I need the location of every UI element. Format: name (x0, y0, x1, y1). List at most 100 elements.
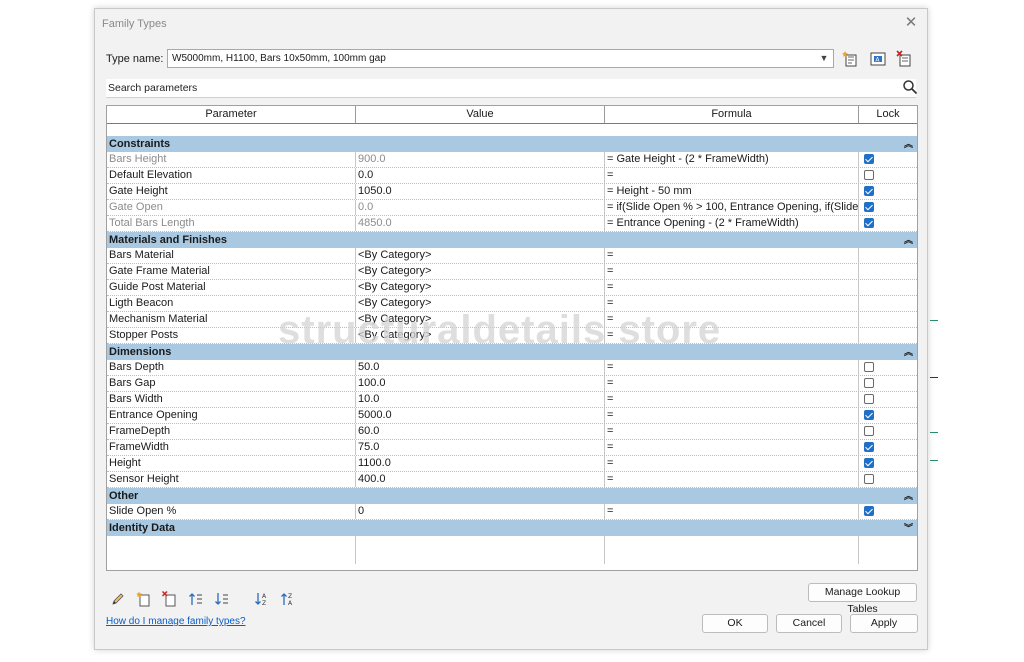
lock-checkbox[interactable] (864, 362, 874, 372)
value-cell[interactable]: 1050.0 (356, 184, 605, 199)
value-cell[interactable]: <By Category> (356, 328, 605, 343)
chevron-down-icon[interactable]: ▼ (817, 51, 831, 66)
table-row[interactable]: FrameDepth 60.0 = (107, 424, 917, 440)
table-row[interactable]: Bars Material <By Category> = (107, 248, 917, 264)
lock-checkbox[interactable] (864, 474, 874, 484)
lock-checkbox[interactable] (864, 458, 874, 468)
table-row[interactable]: Height 1100.0 = (107, 456, 917, 472)
value-cell[interactable]: 75.0 (356, 440, 605, 455)
manage-lookup-tables-button[interactable]: Manage Lookup Tables (808, 583, 917, 615)
delete-parameter-icon[interactable] (162, 591, 178, 607)
formula-cell[interactable]: = (605, 264, 859, 279)
formula-cell[interactable]: = Height - 50 mm (605, 184, 859, 199)
lock-checkbox[interactable] (864, 442, 874, 452)
table-row[interactable]: Total Bars Length 4850.0 = Entrance Openin… (107, 216, 917, 232)
table-row[interactable]: Bars Gap 100.0 = (107, 376, 917, 392)
table-row[interactable]: Gate Height 1050.0 = Height - 50 mm (107, 184, 917, 200)
edit-pencil-icon[interactable] (110, 591, 126, 607)
new-parameter-icon[interactable] (136, 591, 152, 607)
formula-cell[interactable]: = (605, 504, 859, 519)
table-row[interactable]: Stopper Posts <By Category> = (107, 328, 917, 344)
lock-checkbox[interactable] (864, 394, 874, 404)
table-row[interactable]: Guide Post Material <By Category> = (107, 280, 917, 296)
table-row[interactable]: Bars Height 900.0 = Gate Height - (2 * Fra… (107, 152, 917, 168)
table-row[interactable]: Bars Width 10.0 = (107, 392, 917, 408)
column-header-value[interactable]: Value (356, 106, 605, 124)
value-cell[interactable]: 10.0 (356, 392, 605, 407)
formula-cell[interactable]: = if(Slide Open % > 100, Entrance Openin… (605, 200, 859, 215)
formula-cell[interactable]: = (605, 440, 859, 455)
value-cell[interactable]: <By Category> (356, 296, 605, 311)
collapse-chevron-icon[interactable]: ︽ (904, 488, 913, 504)
group-header[interactable]: Identity Data ︾ (107, 520, 917, 536)
formula-cell[interactable]: = (605, 248, 859, 263)
table-row[interactable]: Default Elevation 0.0 = (107, 168, 917, 184)
search-parameters-field[interactable]: Search parameters (106, 79, 918, 98)
table-row[interactable]: Mechanism Material <By Category> = (107, 312, 917, 328)
formula-cell[interactable]: = Entrance Opening - (2 * FrameWidth) (605, 216, 859, 231)
new-type-icon[interactable] (842, 50, 860, 68)
collapse-chevron-icon[interactable]: ︾ (904, 520, 913, 536)
formula-cell[interactable]: = (605, 472, 859, 487)
lock-checkbox[interactable] (864, 154, 874, 164)
table-row[interactable]: Gate Open 0.0 = if(Slide Open % > 100, Ent… (107, 200, 917, 216)
collapse-chevron-icon[interactable]: ︽ (904, 232, 913, 248)
formula-cell[interactable]: = (605, 392, 859, 407)
ok-button[interactable]: OK (702, 614, 768, 633)
value-cell[interactable]: <By Category> (356, 312, 605, 327)
formula-cell[interactable]: = (605, 280, 859, 295)
delete-type-icon[interactable] (896, 50, 914, 68)
value-cell[interactable]: <By Category> (356, 280, 605, 295)
value-cell[interactable]: <By Category> (356, 264, 605, 279)
lock-checkbox[interactable] (864, 378, 874, 388)
value-cell[interactable]: 400.0 (356, 472, 605, 487)
value-cell[interactable]: 0 (356, 504, 605, 519)
rename-type-icon[interactable]: A (869, 50, 887, 68)
value-cell[interactable]: <By Category> (356, 248, 605, 263)
value-cell[interactable]: 100.0 (356, 376, 605, 391)
table-row[interactable]: Sensor Height 400.0 = (107, 472, 917, 488)
group-header[interactable]: Constraints ︽ (107, 136, 917, 152)
formula-cell[interactable]: = (605, 408, 859, 423)
formula-cell[interactable]: = (605, 360, 859, 375)
close-icon[interactable]: ✕ (902, 14, 920, 32)
collapse-chevron-icon[interactable]: ︽ (904, 344, 913, 360)
lock-checkbox[interactable] (864, 202, 874, 212)
group-header[interactable]: Dimensions ︽ (107, 344, 917, 360)
sort-descending-icon[interactable]: Z A (280, 591, 296, 607)
apply-button[interactable]: Apply (850, 614, 918, 633)
type-name-dropdown[interactable]: W5000mm, H1100, Bars 10x50mm, 100mm gap … (167, 49, 834, 68)
lock-checkbox[interactable] (864, 186, 874, 196)
formula-cell[interactable]: = (605, 424, 859, 439)
table-row[interactable]: Gate Frame Material <By Category> = (107, 264, 917, 280)
column-header-formula[interactable]: Formula (605, 106, 859, 124)
lock-checkbox[interactable] (864, 410, 874, 420)
cancel-button[interactable]: Cancel (776, 614, 842, 633)
lock-checkbox[interactable] (864, 170, 874, 180)
value-cell[interactable]: 0.0 (356, 168, 605, 183)
group-header[interactable]: Other ︽ (107, 488, 917, 504)
help-link[interactable]: How do I manage family types? (106, 616, 246, 627)
formula-cell[interactable]: = (605, 328, 859, 343)
formula-cell[interactable]: = (605, 168, 859, 183)
sort-ascending-icon[interactable]: A Z (254, 591, 270, 607)
collapse-chevron-icon[interactable]: ︽ (904, 136, 913, 152)
value-cell[interactable]: 5000.0 (356, 408, 605, 423)
formula-cell[interactable]: = (605, 296, 859, 311)
value-cell[interactable]: 1100.0 (356, 456, 605, 471)
group-header[interactable]: Materials and Finishes ︽ (107, 232, 917, 248)
move-up-icon[interactable] (188, 591, 204, 607)
search-icon[interactable] (902, 79, 918, 95)
column-header-parameter[interactable]: Parameter (107, 106, 356, 124)
formula-cell[interactable]: = (605, 376, 859, 391)
lock-checkbox[interactable] (864, 218, 874, 228)
move-down-icon[interactable] (214, 591, 230, 607)
table-row[interactable]: FrameWidth 75.0 = (107, 440, 917, 456)
lock-checkbox[interactable] (864, 506, 874, 516)
value-cell[interactable]: 50.0 (356, 360, 605, 375)
table-row[interactable]: Bars Depth 50.0 = (107, 360, 917, 376)
value-cell[interactable]: 60.0 (356, 424, 605, 439)
table-row[interactable]: Entrance Opening 5000.0 = (107, 408, 917, 424)
lock-checkbox[interactable] (864, 426, 874, 436)
column-header-lock[interactable]: Lock (859, 106, 917, 124)
